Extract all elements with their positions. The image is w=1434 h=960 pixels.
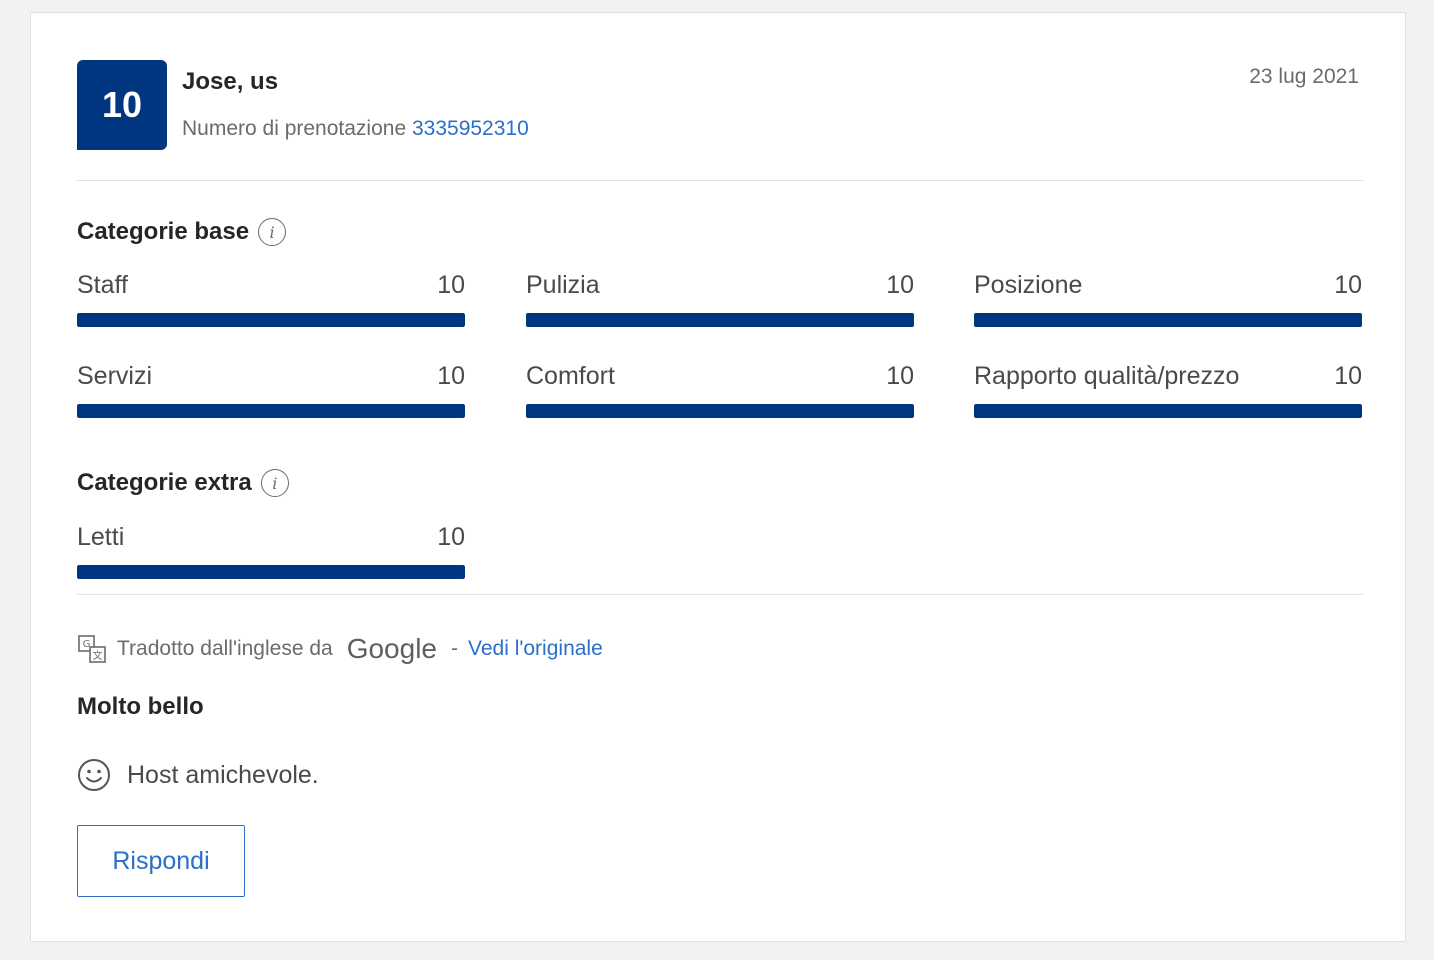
extra-categories-title: Categorie extra i bbox=[77, 469, 289, 497]
booking-line: Numero di prenotazione 3335952310 bbox=[182, 117, 529, 141]
base-categories-title: Categorie base i bbox=[77, 218, 287, 246]
rating-bar bbox=[526, 313, 914, 327]
rating-bar-fill bbox=[77, 565, 465, 579]
review-card: 10 Jose, us Numero di prenotazione 33359… bbox=[30, 12, 1406, 942]
info-icon[interactable]: i bbox=[260, 469, 289, 497]
review-date: 23 lug 2021 bbox=[1249, 65, 1359, 88]
rating-value: 10 bbox=[437, 271, 465, 299]
translation-text: Tradotto dall'inglese da bbox=[117, 637, 333, 660]
info-icon[interactable]: i bbox=[258, 218, 287, 246]
rating-comfort: Comfort 10 bbox=[526, 360, 914, 418]
google-label: Google bbox=[346, 633, 437, 664]
translate-icon: G 文 bbox=[78, 635, 106, 663]
booking-label: Numero di prenotazione bbox=[182, 117, 407, 140]
rating-bar-fill bbox=[77, 313, 465, 327]
separator: - bbox=[451, 637, 458, 660]
rating-bar bbox=[77, 313, 465, 327]
base-categories-label: Categorie base bbox=[77, 218, 250, 245]
view-original-link[interactable]: Vedi l'originale bbox=[468, 637, 603, 661]
score-badge: 10 bbox=[77, 60, 167, 150]
rating-value: 10 bbox=[1334, 362, 1362, 390]
positive-text: Host amichevole. bbox=[127, 760, 319, 789]
translation-note: G 文 Tradotto dall'inglese da Google - Ve… bbox=[77, 633, 603, 665]
rating-label: Letti bbox=[77, 523, 125, 551]
rating-value: 10 bbox=[437, 362, 465, 390]
rating-label: Staff bbox=[77, 271, 128, 299]
rating-bar bbox=[77, 565, 465, 579]
rating-bar-fill bbox=[526, 313, 914, 327]
rating-bar-fill bbox=[974, 404, 1362, 418]
svg-text:文: 文 bbox=[93, 649, 103, 662]
rating-bar bbox=[77, 404, 465, 418]
divider bbox=[77, 180, 1363, 181]
smile-icon bbox=[78, 759, 110, 791]
reviewer-name: Jose, us bbox=[182, 68, 279, 95]
rating-value: 10 bbox=[886, 271, 914, 299]
reply-button[interactable]: Rispondi bbox=[77, 825, 245, 897]
rating-label: Comfort bbox=[526, 362, 615, 390]
review-title: Molto bello bbox=[77, 693, 204, 720]
rating-rapporto-qualita-prezzo: Rapporto qualità/prezzo 10 bbox=[974, 360, 1362, 418]
rating-pulizia: Pulizia 10 bbox=[526, 269, 914, 327]
rating-label: Servizi bbox=[77, 362, 153, 390]
rating-label: Rapporto qualità/prezzo bbox=[974, 362, 1240, 390]
rating-bar-fill bbox=[974, 313, 1362, 327]
rating-bar-fill bbox=[77, 404, 465, 418]
rating-bar bbox=[974, 313, 1362, 327]
rating-letti: Letti 10 bbox=[77, 521, 465, 579]
extra-categories-label: Categorie extra bbox=[77, 469, 252, 496]
positive-comment: Host amichevole. bbox=[77, 758, 319, 792]
svg-text:G: G bbox=[83, 639, 91, 650]
rating-staff: Staff 10 bbox=[77, 269, 465, 327]
rating-bar bbox=[526, 404, 914, 418]
rating-value: 10 bbox=[1334, 271, 1362, 299]
divider bbox=[77, 594, 1363, 595]
rating-value: 10 bbox=[886, 362, 914, 390]
rating-label: Pulizia bbox=[526, 271, 600, 299]
rating-servizi: Servizi 10 bbox=[77, 360, 465, 418]
booking-number-link[interactable]: 3335952310 bbox=[412, 117, 529, 140]
rating-bar-fill bbox=[526, 404, 914, 418]
rating-posizione: Posizione 10 bbox=[974, 269, 1362, 327]
rating-label: Posizione bbox=[974, 271, 1083, 299]
rating-value: 10 bbox=[437, 523, 465, 551]
rating-bar bbox=[974, 404, 1362, 418]
